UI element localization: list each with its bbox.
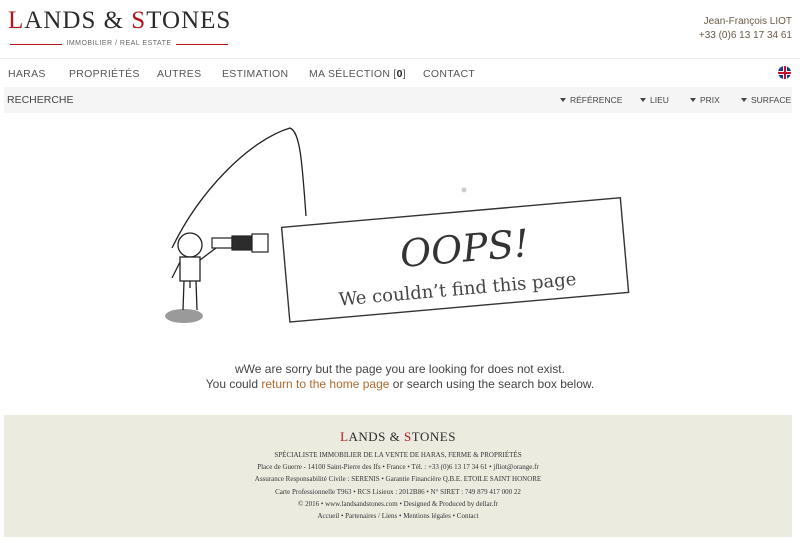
caret-down-icon bbox=[560, 98, 566, 102]
nav-item-contact[interactable]: CONTACT bbox=[423, 68, 475, 80]
oops-illustration: OOPS! We couldn’t find this page bbox=[165, 127, 630, 323]
filter-prix[interactable]: PRIX bbox=[690, 95, 720, 105]
filter-reference[interactable]: RÉFÉRENCE bbox=[560, 95, 622, 105]
site-header: LANDS & STONES IMMOBILIER / REAL ESTATE … bbox=[0, 0, 800, 58]
footer-logo[interactable]: LANDS & STONES bbox=[4, 429, 792, 445]
search-label[interactable]: RECHERCHE bbox=[7, 94, 74, 106]
caret-down-icon bbox=[640, 98, 646, 102]
caret-down-icon bbox=[741, 98, 747, 102]
footer-tagline: SPÉCIALISTE IMMOBILIER DE LA VENTE DE HA… bbox=[274, 451, 522, 459]
logo-tagline: IMMOBILIER / REAL ESTATE bbox=[8, 38, 230, 50]
main-nav: HARAS PROPRIÉTÉS AUTRES ESTIMATION MA SÉ… bbox=[0, 58, 800, 87]
figure-shadow bbox=[165, 309, 203, 323]
spyglass-icon bbox=[211, 233, 269, 253]
sign-pin-icon bbox=[461, 187, 467, 193]
nav-item-haras[interactable]: HARAS bbox=[8, 68, 46, 80]
stick-figure bbox=[171, 232, 217, 311]
error-message: wWe are sorry but the page you are looki… bbox=[0, 362, 800, 392]
nav-item-autres[interactable]: AUTRES bbox=[157, 68, 201, 80]
footer-links[interactable]: Accueil • Partenaires / Liens • Mentions… bbox=[4, 510, 792, 522]
agent-phone[interactable]: +33 (0)6 13 17 34 61 bbox=[699, 29, 792, 43]
nav-item-ma-selection[interactable]: MA SÉLECTION [0] bbox=[309, 68, 406, 80]
footer-copyright: © 2016 • www.landsandstones.com • Design… bbox=[298, 499, 498, 508]
filter-lieu[interactable]: LIEU bbox=[640, 95, 669, 105]
agent-contact: Jean-François LIOT +33 (0)6 13 17 34 61 bbox=[699, 15, 792, 43]
nav-item-estimation[interactable]: ESTIMATION bbox=[222, 68, 288, 80]
caret-down-icon bbox=[690, 98, 696, 102]
home-link[interactable]: return to the home page bbox=[261, 377, 389, 391]
error-line-2: You could return to the home page or sea… bbox=[205, 377, 595, 391]
footer-address: Place de Guerre - 14100 Saint-Pierre des… bbox=[257, 463, 539, 472]
agent-name: Jean-François LIOT bbox=[703, 16, 792, 27]
footer-registration: Carte Professionnelle T963 • RCS Lisieux… bbox=[275, 487, 521, 496]
footer-insurance: Assurance Responsabilité Civile : SERENI… bbox=[254, 475, 542, 484]
site-logo[interactable]: LANDS & STONES IMMOBILIER / REAL ESTATE bbox=[8, 8, 230, 50]
filter-surface[interactable]: SURFACE bbox=[741, 95, 791, 105]
error-line-1: wWe are sorry but the page you are looki… bbox=[235, 362, 565, 376]
uk-flag-icon[interactable] bbox=[778, 66, 791, 79]
nav-item-proprietes[interactable]: PROPRIÉTÉS bbox=[69, 68, 140, 80]
site-footer: LANDS & STONES SPÉCIALISTE IMMOBILIER DE… bbox=[4, 415, 792, 537]
search-bar: RECHERCHE RÉFÉRENCE LIEU PRIX SURFACE bbox=[4, 87, 792, 113]
logo-wordmark: LANDS & STONES bbox=[8, 7, 232, 34]
